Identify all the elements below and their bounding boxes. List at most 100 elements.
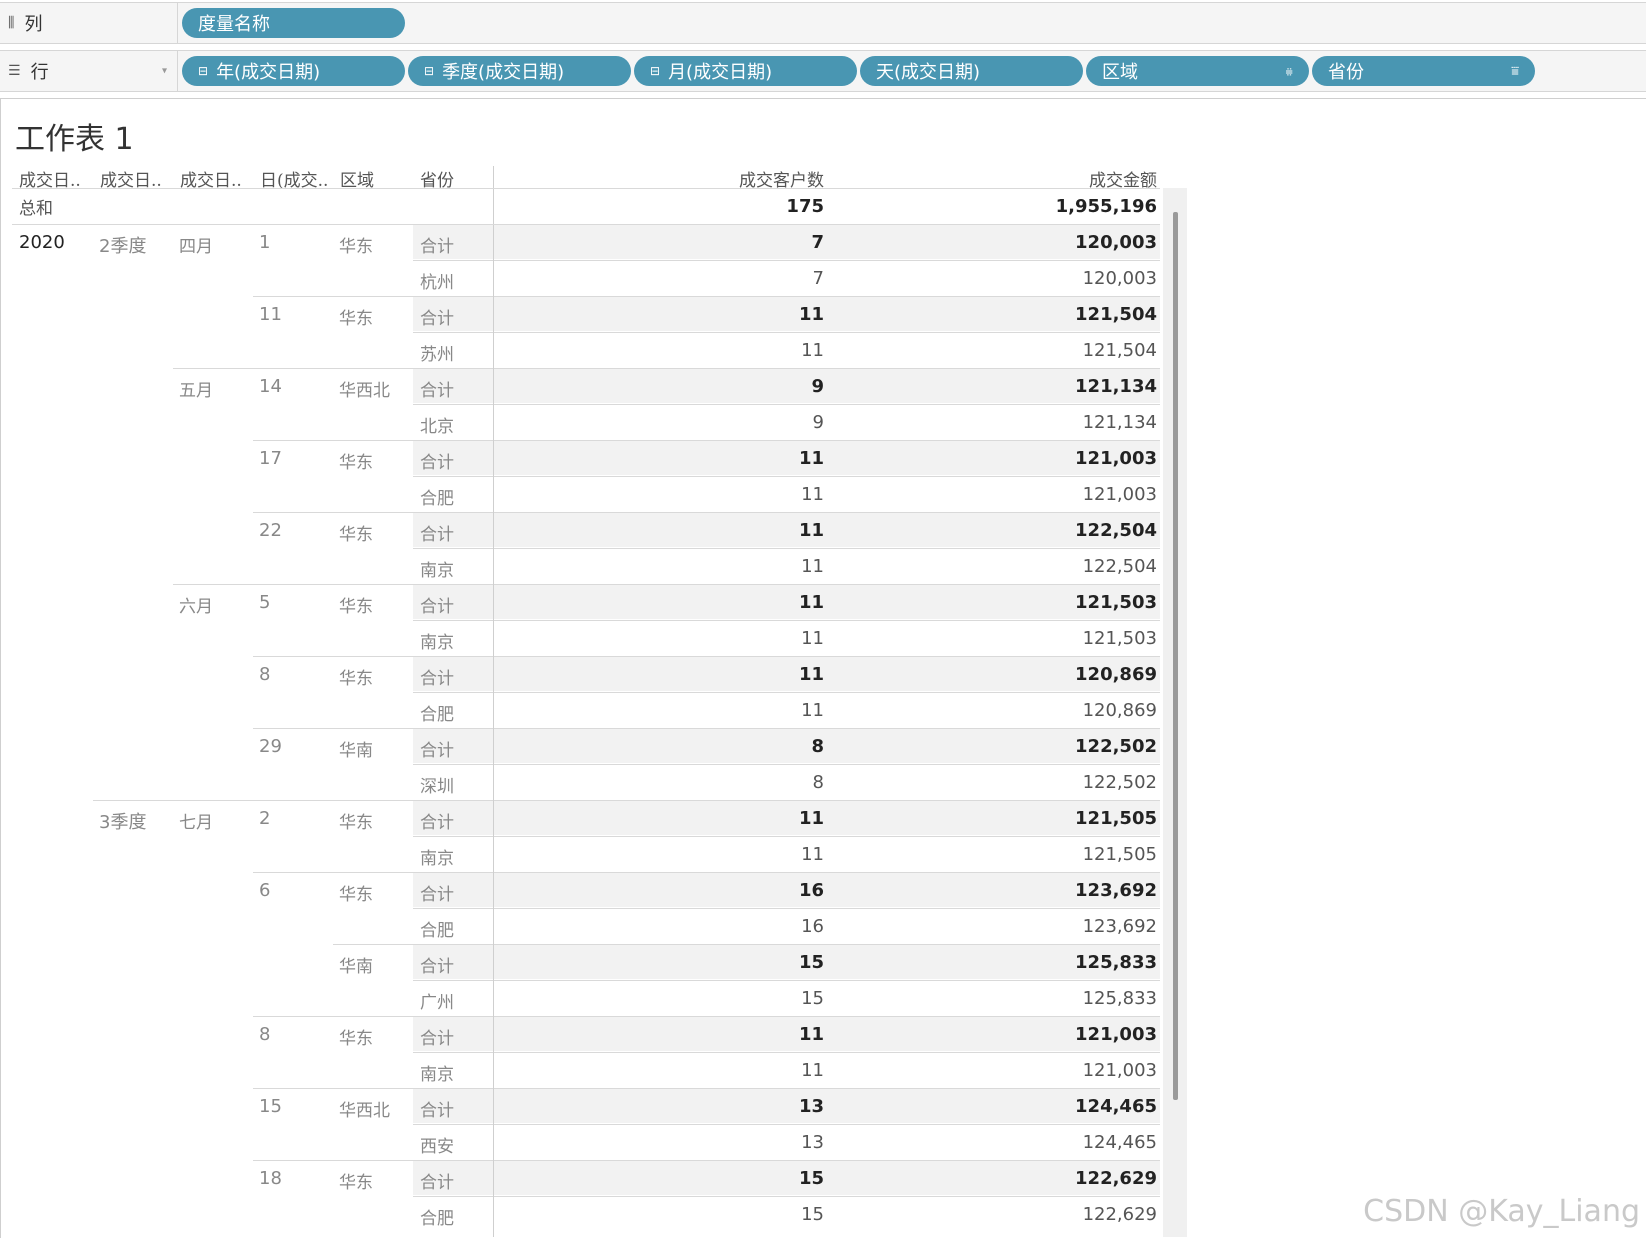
cell-customers[interactable]: 16 [600, 880, 824, 901]
cell-customers[interactable]: 15 [600, 1168, 824, 1189]
cell-amount[interactable]: 121,505 [900, 844, 1157, 865]
cell-region[interactable]: 华东 [339, 520, 373, 545]
cell-province[interactable]: 南京 [420, 1060, 454, 1085]
cell-amount[interactable]: 121,134 [900, 376, 1157, 397]
cell-province[interactable]: 合计 [420, 232, 454, 257]
cell-year[interactable]: 2020 [19, 232, 65, 253]
cell-province[interactable]: 合计 [420, 808, 454, 833]
cell-amount[interactable]: 122,502 [900, 736, 1157, 757]
cell-region[interactable]: 华南 [339, 736, 373, 761]
cell-day[interactable]: 2 [259, 808, 270, 829]
cell-day[interactable]: 22 [259, 520, 282, 541]
cell-province[interactable]: 苏州 [420, 340, 454, 365]
sort-asc-icon[interactable]: ⩸ [1511, 64, 1519, 79]
cell-amount[interactable]: 121,003 [900, 448, 1157, 469]
pill-month[interactable]: ⊟ 月(成交日期) [634, 56, 857, 86]
cell-amount[interactable]: 121,503 [900, 592, 1157, 613]
cell-day[interactable]: 8 [259, 664, 270, 685]
cell-region[interactable]: 华南 [339, 952, 373, 977]
cell-day[interactable]: 1 [259, 232, 270, 253]
cell-province[interactable]: 合肥 [420, 1204, 454, 1229]
cell-province[interactable]: 南京 [420, 844, 454, 869]
cell-amount[interactable]: 121,504 [900, 340, 1157, 361]
cell-customers[interactable]: 11 [600, 1060, 824, 1081]
cell-amount[interactable]: 121,003 [900, 1024, 1157, 1045]
cell-region[interactable]: 华东 [339, 664, 373, 689]
cell-amount[interactable]: 120,869 [900, 664, 1157, 685]
cell-customers[interactable]: 8 [600, 772, 824, 793]
cell-day[interactable]: 5 [259, 592, 270, 613]
cell-customers[interactable]: 11 [600, 700, 824, 721]
cell-customers[interactable]: 11 [600, 340, 824, 361]
cell-province[interactable]: 合计 [420, 520, 454, 545]
cell-region[interactable]: 华东 [339, 808, 373, 833]
cell-province[interactable]: 合肥 [420, 916, 454, 941]
cell-customers[interactable]: 11 [600, 1024, 824, 1045]
cell-customers[interactable]: 11 [600, 304, 824, 325]
cell-customers[interactable]: 13 [600, 1132, 824, 1153]
cell-region[interactable]: 华东 [339, 1024, 373, 1049]
cell-day[interactable]: 29 [259, 736, 282, 757]
cell-day[interactable]: 17 [259, 448, 282, 469]
pill-day[interactable]: 天(成交日期) [860, 56, 1083, 86]
cell-month[interactable]: 四月 [179, 232, 213, 257]
cell-customers[interactable]: 7 [600, 268, 824, 289]
cell-province[interactable]: 合计 [420, 376, 454, 401]
cell-region[interactable]: 华东 [339, 232, 373, 257]
cell-day[interactable]: 11 [259, 304, 282, 325]
pill-quarter[interactable]: ⊟ 季度(成交日期) [408, 56, 631, 86]
cell-quarter[interactable]: 2季度 [99, 232, 146, 258]
rows-shelf-label[interactable]: ☰ 行 ▾ [0, 51, 178, 91]
cell-region[interactable]: 华东 [339, 880, 373, 905]
cell-amount[interactable]: 120,003 [900, 232, 1157, 253]
cell-region[interactable]: 华西北 [339, 1096, 390, 1121]
cell-province[interactable]: 合计 [420, 1096, 454, 1121]
cell-amount[interactable]: 122,629 [900, 1168, 1157, 1189]
cell-province[interactable]: 合计 [420, 448, 454, 473]
grand-total-customers[interactable]: 175 [600, 196, 824, 217]
cell-customers[interactable]: 11 [600, 808, 824, 829]
pill-measure-names[interactable]: 度量名称 [182, 8, 405, 38]
cell-day[interactable]: 6 [259, 880, 270, 901]
cell-province[interactable]: 西安 [420, 1132, 454, 1157]
cell-region[interactable]: 华东 [339, 592, 373, 617]
cell-customers[interactable]: 15 [600, 952, 824, 973]
cell-province[interactable]: 深圳 [420, 772, 454, 797]
cell-amount[interactable]: 120,003 [900, 268, 1157, 289]
cell-customers[interactable]: 15 [600, 1204, 824, 1225]
cell-amount[interactable]: 120,869 [900, 700, 1157, 721]
cell-customers[interactable]: 11 [600, 592, 824, 613]
cell-province[interactable]: 合计 [420, 1024, 454, 1049]
cell-customers[interactable]: 11 [600, 628, 824, 649]
cell-province[interactable]: 合肥 [420, 484, 454, 509]
cell-province[interactable]: 合计 [420, 880, 454, 905]
cell-customers[interactable]: 11 [600, 448, 824, 469]
cell-province[interactable]: 北京 [420, 412, 454, 437]
cell-amount[interactable]: 122,629 [900, 1204, 1157, 1225]
cell-province[interactable]: 合计 [420, 304, 454, 329]
cell-province[interactable]: 合计 [420, 1168, 454, 1193]
cell-amount[interactable]: 121,505 [900, 808, 1157, 829]
cell-amount[interactable]: 121,134 [900, 412, 1157, 433]
collapse-icon[interactable]: ⊟ [424, 64, 434, 78]
cell-amount[interactable]: 123,692 [900, 880, 1157, 901]
cell-amount[interactable]: 122,504 [900, 520, 1157, 541]
collapse-icon[interactable]: ⊟ [650, 64, 660, 78]
cell-region[interactable]: 华东 [339, 304, 373, 329]
cell-amount[interactable]: 125,833 [900, 988, 1157, 1009]
cell-day[interactable]: 18 [259, 1168, 282, 1189]
cell-month[interactable]: 五月 [179, 376, 213, 401]
cell-customers[interactable]: 11 [600, 556, 824, 577]
cell-customers[interactable]: 11 [600, 520, 824, 541]
pill-year[interactable]: ⊟ 年(成交日期) [182, 56, 405, 86]
pill-region[interactable]: 区域 ⩷ [1086, 56, 1309, 86]
scrollbar-thumb[interactable] [1173, 212, 1178, 1100]
cell-customers[interactable]: 11 [600, 664, 824, 685]
cell-month[interactable]: 七月 [179, 808, 213, 833]
grand-total-amount[interactable]: 1,955,196 [900, 196, 1157, 217]
cell-day[interactable]: 14 [259, 376, 282, 397]
cell-region[interactable]: 华东 [339, 1168, 373, 1193]
cell-amount[interactable]: 124,465 [900, 1096, 1157, 1117]
cell-region[interactable]: 华东 [339, 448, 373, 473]
cell-customers[interactable]: 11 [600, 484, 824, 505]
